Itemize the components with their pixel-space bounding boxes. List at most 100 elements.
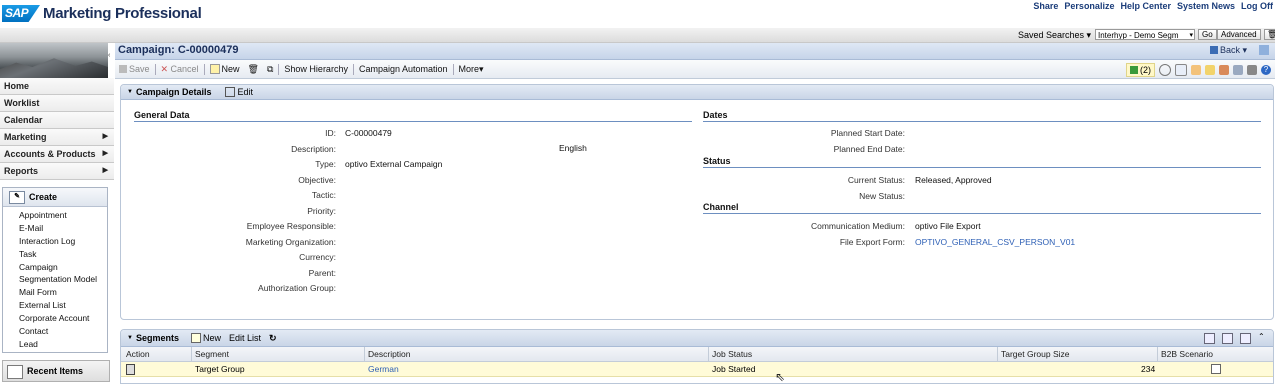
channel-field-label: File Export Form: (839, 236, 905, 247)
top-links: Share Personalize Help Center System New… (1033, 1, 1273, 11)
create-header[interactable]: ✎ Create (3, 188, 107, 207)
b2b-scenario-checkbox[interactable] (1211, 364, 1221, 374)
show-hierarchy-button[interactable]: Show Hierarchy (280, 64, 352, 74)
create-item-appointment[interactable]: Appointment (19, 209, 107, 222)
save-button[interactable]: Save (115, 64, 154, 74)
new-button[interactable]: New (206, 64, 244, 74)
segments-table-header: Action Segment Description Job Status Ta… (121, 347, 1273, 362)
collapse-nav-icon[interactable]: ‹ (108, 52, 110, 59)
segments-new-label: New (202, 333, 221, 343)
help-icon[interactable]: ? (1261, 65, 1271, 75)
nav-item-label: Calendar (4, 115, 43, 125)
create-item-contact[interactable]: Contact (19, 325, 107, 338)
link-icon[interactable] (1233, 65, 1243, 75)
col-target-group-size[interactable]: Target Group Size (1001, 349, 1070, 359)
help-center-link[interactable]: Help Center (1120, 1, 1171, 11)
field-label: ID: (325, 128, 336, 138)
nav-item-worklist[interactable]: Worklist (0, 95, 114, 112)
edit-button[interactable]: Edit (225, 87, 253, 97)
refresh-icon[interactable]: ↻ (269, 333, 277, 344)
tag-icon[interactable] (1191, 65, 1201, 75)
nav-banner-image (0, 43, 108, 78)
create-item-email[interactable]: E-Mail (19, 222, 107, 235)
page-title: Campaign: C-00000479 (118, 44, 239, 56)
trash-icon[interactable]: 🗑 (1264, 29, 1275, 40)
favorite-icon[interactable] (1205, 65, 1215, 75)
new-icon (209, 64, 220, 74)
field-label: Currency: (299, 252, 336, 262)
tools-icon[interactable] (1219, 65, 1229, 75)
field-label: Authorization Group: (258, 283, 336, 293)
channel-field-value[interactable]: OPTIVO_GENERAL_CSV_PERSON_V01 (915, 237, 1075, 247)
nav-item-label: Worklist (4, 98, 40, 108)
collapse-triangle-icon[interactable]: ▼ (127, 89, 133, 95)
nav-item-label: Accounts & Products (4, 149, 96, 159)
campaign-automation-button[interactable]: Campaign Automation (355, 64, 452, 74)
saved-searches-menu[interactable]: Saved Searches ▾ (1018, 30, 1091, 41)
create-item-external-list[interactable]: External List (19, 299, 107, 312)
nav-item-reports[interactable]: Reports ▶ (0, 163, 114, 180)
row-segment: Target Group (195, 364, 245, 374)
share-link[interactable]: Share (1033, 1, 1058, 11)
col-segment[interactable]: Segment (195, 349, 229, 359)
back-button[interactable]: Back ▾ (1209, 45, 1247, 56)
create-item-lead[interactable]: Lead (19, 338, 107, 351)
personalize-link[interactable]: Personalize (1064, 1, 1114, 11)
print-icon[interactable] (1247, 65, 1257, 75)
col-b2b-scenario[interactable]: B2B Scenario (1161, 349, 1213, 359)
nav-item-calendar[interactable]: Calendar (0, 112, 114, 129)
edit-list-button[interactable]: Edit List (229, 333, 261, 343)
nav-item-marketing[interactable]: Marketing ▶ (0, 129, 114, 146)
nav-item-label: Reports (4, 166, 39, 176)
col-job-status[interactable]: Job Status (712, 349, 752, 359)
status-title: Status (703, 156, 1261, 168)
row-description-link[interactable]: German (368, 364, 399, 374)
cancel-icon: ✕ (160, 64, 169, 74)
new-icon (190, 333, 201, 343)
chevron-down-icon: ▾ (1189, 32, 1193, 39)
excel-export-icon[interactable] (1204, 333, 1215, 344)
export-icon[interactable] (1175, 64, 1187, 76)
create-item-interaction-log[interactable]: Interaction Log (19, 235, 107, 248)
create-item-task[interactable]: Task (19, 248, 107, 261)
personalize-table-icon[interactable] (1240, 333, 1251, 344)
segments-header: ▼ Segments New Edit List ↻ ⌃ (121, 330, 1273, 347)
edit-icon (225, 87, 236, 97)
create-item-corporate-account[interactable]: Corporate Account (19, 312, 107, 325)
recent-items-button[interactable]: Recent Items (2, 360, 110, 382)
field-label: Priority: (307, 205, 336, 216)
back-label: Back (1219, 45, 1240, 55)
saved-search-select[interactable]: Interhyp - Demo Segm ▾ (1095, 29, 1195, 40)
cancel-button[interactable]: ✕ Cancel (157, 64, 203, 74)
alerts-button[interactable]: (2) (1126, 63, 1155, 77)
chevron-right-icon: ▶ (102, 167, 108, 174)
alerts-count: (2) (1140, 65, 1151, 75)
nav-item-accounts-products[interactable]: Accounts & Products ▶ (0, 146, 114, 163)
copy-icon[interactable]: ⧉ (263, 64, 277, 75)
go-button[interactable]: Go (1198, 29, 1217, 40)
segments-new-button[interactable]: New (190, 333, 221, 343)
col-description[interactable]: Description (368, 349, 411, 359)
nav-item-home[interactable]: Home (0, 78, 114, 95)
create-item-mail-form[interactable]: Mail Form (19, 286, 107, 299)
field-label: Description: (291, 143, 336, 154)
system-news-link[interactable]: System News (1177, 1, 1235, 11)
delete-row-icon[interactable] (126, 364, 135, 375)
delete-icon[interactable]: 🗑 (244, 64, 263, 75)
campaign-details-title: Campaign Details (135, 87, 212, 97)
more-button[interactable]: More ▾ (455, 64, 488, 75)
alert-icon (1130, 66, 1138, 74)
search-bar: Saved Searches ▾ Interhyp - Demo Segm ▾ … (0, 28, 1275, 43)
table-row[interactable]: Target Group German Job Started 234 (121, 362, 1273, 377)
advanced-button[interactable]: Advanced (1217, 29, 1261, 40)
log-off-link[interactable]: Log Off (1241, 1, 1273, 11)
table-settings-icon[interactable] (1222, 333, 1233, 344)
collapse-up-icon[interactable]: ⌃ (1258, 333, 1267, 342)
collapse-triangle-icon[interactable]: ▼ (127, 335, 133, 341)
new-label: New (221, 64, 240, 74)
settings-icon[interactable] (1159, 64, 1171, 76)
forward-icon[interactable] (1259, 45, 1269, 55)
create-item-campaign[interactable]: Campaign (19, 261, 107, 274)
create-item-segmentation-model[interactable]: Segmentation Model (19, 273, 107, 286)
field-label: Objective: (298, 174, 336, 185)
